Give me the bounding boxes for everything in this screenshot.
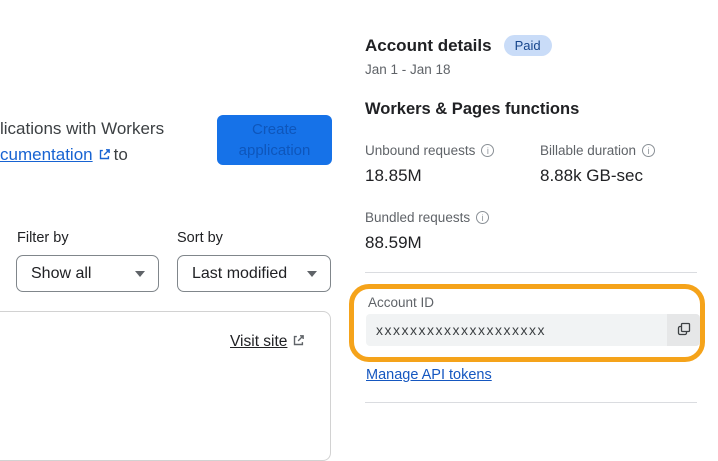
intro-line-1: lications with Workers: [0, 119, 165, 138]
filter-by-label: Filter by: [17, 230, 69, 246]
stat-value: 8.88k GB-sec: [540, 166, 643, 185]
paid-badge: Paid: [503, 35, 552, 56]
account-details-header: Account details Paid: [365, 35, 552, 56]
visit-site-link[interactable]: Visit site: [230, 333, 308, 352]
documentation-link[interactable]: cumentation: [0, 145, 93, 164]
stat-label-text: Billable duration: [540, 143, 637, 158]
create-application-label-line2: application: [238, 142, 311, 159]
intro-suffix: to: [113, 145, 128, 164]
stat-label: Bundled requests: [365, 210, 490, 225]
stat-label-text: Bundled requests: [365, 210, 471, 225]
stat-unbound-requests: Unbound requests 18.85M: [365, 143, 495, 186]
intro-line-2: cumentation to: [0, 142, 164, 169]
divider: [365, 402, 697, 403]
copy-button[interactable]: [667, 314, 700, 346]
stat-label: Billable duration: [540, 143, 656, 158]
account-id-field-group: [366, 314, 700, 346]
stat-label: Unbound requests: [365, 143, 495, 158]
info-icon[interactable]: [642, 144, 656, 157]
workers-pages-functions-title: Workers & Pages functions: [365, 100, 580, 118]
filter-dropdown[interactable]: Show all: [16, 255, 159, 292]
stat-billable-duration: Billable duration 8.88k GB-sec: [540, 143, 656, 186]
filter-dropdown-value: Show all: [31, 264, 92, 282]
stat-bundled-requests: Bundled requests 88.59M: [365, 210, 490, 253]
manage-api-tokens-link[interactable]: Manage API tokens: [366, 367, 492, 383]
account-id-input[interactable]: [366, 314, 667, 346]
external-link-icon: [98, 143, 111, 169]
account-id-label: Account ID: [368, 295, 435, 310]
external-link-icon: [292, 334, 305, 352]
divider: [365, 272, 697, 273]
date-range: Jan 1 - Jan 18: [365, 62, 451, 77]
create-application-button[interactable]: Create application: [217, 115, 332, 165]
chevron-down-icon: [135, 270, 145, 277]
info-icon[interactable]: [476, 211, 490, 224]
stat-value: 18.85M: [365, 166, 422, 185]
visit-site-label: Visit site: [230, 333, 288, 350]
chevron-down-icon: [307, 270, 317, 277]
sort-by-label: Sort by: [177, 230, 223, 246]
copy-icon: [676, 321, 692, 340]
sort-dropdown[interactable]: Last modified: [177, 255, 331, 292]
create-application-label-line1: Create: [251, 121, 298, 138]
sort-dropdown-value: Last modified: [192, 264, 288, 282]
info-icon[interactable]: [481, 144, 495, 157]
stat-value: 88.59M: [365, 233, 422, 252]
intro-text: lications with Workers cumentation to: [0, 116, 164, 169]
account-details-title: Account details: [365, 35, 492, 55]
stat-label-text: Unbound requests: [365, 143, 476, 158]
